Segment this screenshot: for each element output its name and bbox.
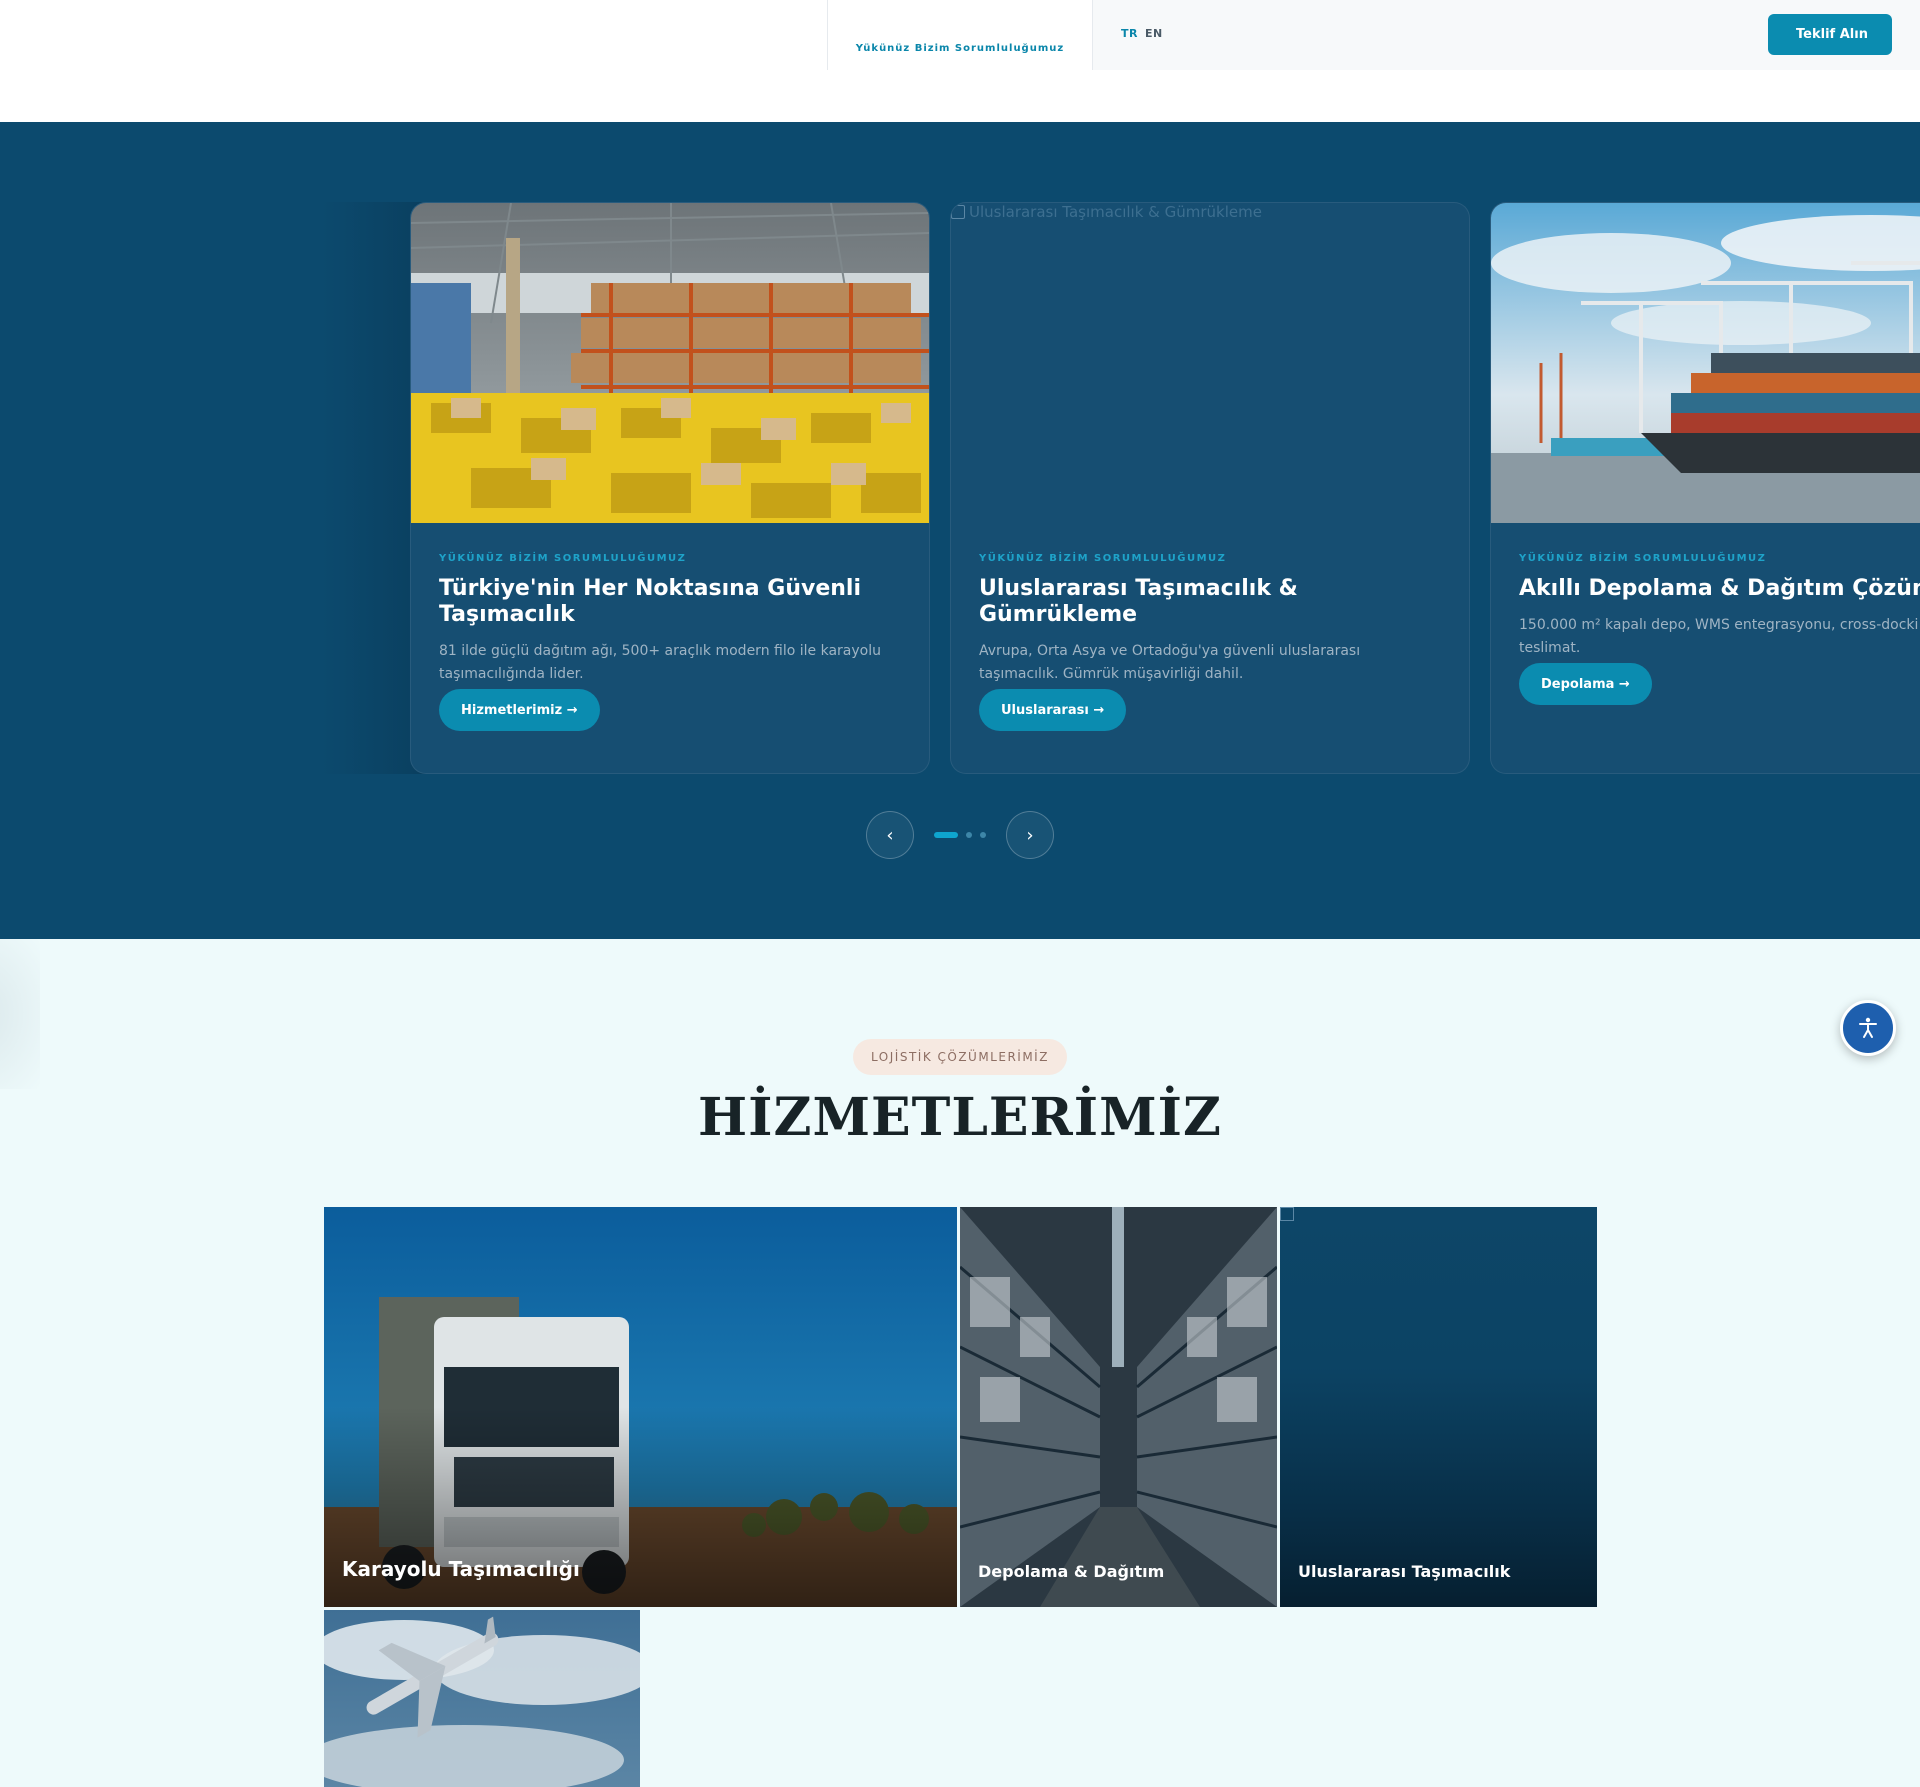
warehouse-shelves-image [411, 203, 929, 523]
service-tile-international[interactable]: Uluslararası Taşımacılık [1280, 1207, 1597, 1607]
tile-label: Depolama & Dağıtım [978, 1562, 1165, 1581]
section-eyebrow-pill: LOJİSTİK ÇÖZÜMLERİMİZ [853, 1039, 1067, 1075]
chevron-right-icon: › [1026, 824, 1034, 846]
tagline-box: Yükünüz Bizim Sorumluluğumuz [827, 0, 1093, 70]
broken-image-icon [1280, 1207, 1294, 1221]
slide-description: 81 ilde güçlü dağıtım ağı, 500+ araçlık … [439, 643, 881, 682]
slide-eyebrow: YÜKÜNÜZ BİZİM SORUMLULUĞUMUZ [979, 553, 1227, 564]
section-title: HİZMETLERİMİZ [698, 1087, 1222, 1148]
slide-title: Akıllı Depolama & Dağıtım Çözüm [1519, 576, 1920, 601]
international-button[interactable]: Uluslararası → [979, 689, 1127, 731]
slider-prev-button[interactable]: ‹ [866, 811, 914, 859]
slide-eyebrow: YÜKÜNÜZ BİZİM SORUMLULUĞUMUZ [1519, 553, 1767, 564]
slide-eyebrow: YÜKÜNÜZ BİZİM SORUMLULUĞUMUZ [439, 553, 687, 564]
slide-card: YÜKÜNÜZ BİZİM SORUMLULUĞUMUZ Türkiye'nin… [410, 202, 930, 774]
warehouse-aisle-image [960, 1207, 1277, 1607]
service-tile-storage[interactable]: Depolama & Dağıtım [960, 1207, 1277, 1607]
slide-title: Türkiye'nin Her Noktasına Güvenli Taşıma… [439, 576, 862, 627]
slide-content: YÜKÜNÜZ BİZİM SORUMLULUĞUMUZ Uluslararas… [979, 553, 1441, 686]
services-section: LOJİSTİK ÇÖZÜMLERİMİZ HİZMETLERİMİZ Kara… [0, 939, 1920, 1787]
service-tile-road[interactable]: Karayolu Taşımacılığı [324, 1207, 957, 1607]
tile-label: Uluslararası Taşımacılık [1298, 1562, 1511, 1581]
image-alt-text: Uluslararası Taşımacılık & Gümrükleme [969, 203, 1262, 221]
get-quote-label: Teklif Alın [1796, 27, 1868, 42]
international-transport-image: Uluslararası Taşımacılık & Gümrükleme [951, 203, 1469, 523]
accessibility-button[interactable] [1840, 1000, 1896, 1056]
container-port-image [1491, 203, 1920, 523]
airplane-image [324, 1610, 640, 1787]
broken-image-alt: Uluslararası Taşımacılık & Gümrükleme [951, 203, 1262, 221]
lang-tr-link[interactable]: TR [1121, 27, 1138, 40]
site-header: Yükünüz Bizim Sorumluluğumuz TR EN Tekli… [0, 0, 1920, 122]
side-decoration [0, 939, 40, 1089]
header-tagline: Yükünüz Bizim Sorumluluğumuz [855, 43, 1065, 54]
slide-card: Uluslararası Taşımacılık & Gümrükleme YÜ… [950, 202, 1470, 774]
slider-dot[interactable] [934, 832, 958, 838]
slider-dot[interactable] [966, 832, 972, 838]
slider-dot[interactable] [980, 832, 986, 838]
services-button[interactable]: Hizmetlerimiz → [439, 689, 600, 731]
slider-next-button[interactable]: › [1006, 811, 1054, 859]
slider-dots [934, 832, 986, 838]
storage-button[interactable]: Depolama → [1519, 663, 1652, 705]
slide-description: 150.000 m² kapalı depo, WMS entegrasyonu… [1519, 617, 1920, 656]
slide-description: Avrupa, Orta Asya ve Ortadoğu'ya güvenli… [979, 643, 1361, 682]
slide-title: Uluslararası Taşımacılık & Gümrükleme [979, 576, 1298, 627]
broken-image-icon [951, 205, 965, 219]
service-tile-air[interactable] [324, 1610, 640, 1787]
get-quote-button[interactable]: Teklif Alın [1768, 14, 1892, 55]
chevron-left-icon: ‹ [886, 824, 894, 846]
truck-image [324, 1207, 957, 1607]
slide-card: YÜKÜNÜZ BİZİM SORUMLULUĞUMUZ Akıllı Depo… [1490, 202, 1920, 774]
hero-slider: YÜKÜNÜZ BİZİM SORUMLULUĞUMUZ Türkiye'nin… [0, 122, 1920, 939]
tile-label: Karayolu Taşımacılığı [342, 1557, 580, 1581]
accessibility-icon [1859, 1017, 1877, 1038]
lang-en-link[interactable]: EN [1145, 27, 1163, 40]
slide-content: YÜKÜNÜZ BİZİM SORUMLULUĞUMUZ Akıllı Depo… [1519, 553, 1920, 660]
slide-content: YÜKÜNÜZ BİZİM SORUMLULUĞUMUZ Türkiye'nin… [439, 553, 901, 686]
